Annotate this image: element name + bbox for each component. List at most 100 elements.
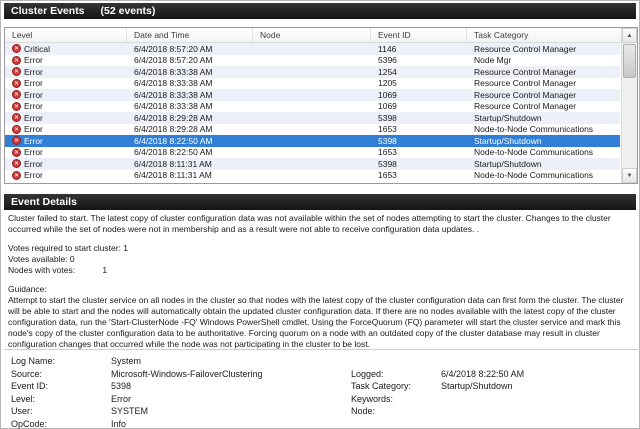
cell-event_id: 5398 xyxy=(378,158,397,169)
field-value: SYSTEM xyxy=(111,406,149,417)
column-header-event-id[interactable]: Event ID xyxy=(371,28,467,42)
event-row[interactable]: ✕ Error 6/4/2018 8:33:38 AM 1069 Resource Co… xyxy=(5,101,620,113)
field-row: Event ID: 5398 Task Category: Startup/Shutd… xyxy=(11,380,638,393)
level-text: Critical xyxy=(24,43,50,54)
field-label: Source: xyxy=(11,368,43,379)
cell-level: ✕ Error xyxy=(5,113,127,123)
cell-task_category: Startup/Shutdown xyxy=(474,135,542,146)
event-row[interactable]: ✕ Error 6/4/2018 8:22:50 AM 5398 Startup/Shu… xyxy=(5,135,620,147)
event-row[interactable]: ✕ Error 6/4/2018 8:22:50 AM 1653 Node-to-Nod… xyxy=(5,147,620,159)
vote-line: Nodes with votes: 1 xyxy=(8,265,634,276)
error-icon: ✕ xyxy=(12,101,21,111)
cell-task_category: Resource Control Manager xyxy=(474,89,577,100)
error-icon: ✕ xyxy=(12,78,21,88)
cell-datetime: 6/4/2018 8:11:31 AM xyxy=(134,158,212,169)
field-label: Level: xyxy=(11,393,36,404)
level-text: Error xyxy=(24,124,43,135)
cell-event_id: 1069 xyxy=(378,101,397,112)
critical-icon: ✕ xyxy=(12,44,21,54)
cell-level: ✕ Error xyxy=(5,124,127,134)
field-row: Source: Microsoft-Windows-FailoverCluster… xyxy=(11,368,638,381)
cell-datetime: 6/4/2018 8:33:38 AM xyxy=(134,89,213,100)
cell-event_id: 5398 xyxy=(378,112,397,123)
event-row[interactable]: ✕ Error 6/4/2018 8:33:38 AM 1069 Resource Co… xyxy=(5,89,620,101)
field-value: 5398 xyxy=(111,381,132,392)
event-row[interactable]: ✕ Error 6/4/2018 8:11:31 AM 1653 Node-to-Nod… xyxy=(5,170,620,182)
field-label: Log Name: xyxy=(11,356,56,367)
column-header-level[interactable]: Level xyxy=(5,28,127,42)
event-row[interactable]: ✕ Error 6/4/2018 8:29:28 AM 5398 Startup/Shu… xyxy=(5,112,620,124)
level-text: Error xyxy=(24,66,43,77)
error-icon: ✕ xyxy=(12,113,21,123)
vote-label: Votes required to start cluster: xyxy=(8,243,121,253)
cell-level: ✕ Error xyxy=(5,101,127,111)
event-row[interactable]: ✕ Error 6/4/2018 8:33:38 AM 1205 Resource Co… xyxy=(5,78,620,90)
cell-event_id: 1653 xyxy=(378,124,397,135)
details-title: Event Details xyxy=(11,196,77,208)
event-row[interactable]: ✕ Critical 6/4/2018 8:57:20 AM 1146 Resource… xyxy=(5,43,620,55)
event-details-body: Cluster failed to start. The latest copy… xyxy=(8,213,634,350)
table-body: ✕ Critical 6/4/2018 8:57:20 AM 1146 Resource… xyxy=(5,43,620,181)
cell-event_id: 1653 xyxy=(378,170,397,181)
level-text: Error xyxy=(24,89,43,100)
vote-label: Nodes with votes: xyxy=(8,265,76,275)
field-label: Task Category: xyxy=(351,381,412,392)
vote-label: Votes available: xyxy=(8,254,68,264)
error-icon: ✕ xyxy=(12,170,21,180)
field-row: OpCode: Info xyxy=(11,418,638,429)
cell-level: ✕ Error xyxy=(5,55,127,65)
scroll-up-icon[interactable]: ▲ xyxy=(622,28,637,43)
vote-value: 1 xyxy=(102,265,108,275)
field-value: Info xyxy=(111,418,127,429)
field-label: Node: xyxy=(351,406,376,417)
cell-event_id: 1653 xyxy=(378,147,397,158)
field-row: Level: Error Keywords: xyxy=(11,393,638,406)
field-label: Logged: xyxy=(351,368,384,379)
event-row[interactable]: ✕ Error 6/4/2018 8:33:38 AM 1254 Resource Co… xyxy=(5,66,620,78)
cell-datetime: 6/4/2018 8:29:28 AM xyxy=(134,124,213,135)
scroll-thumb[interactable] xyxy=(623,44,636,78)
level-text: Error xyxy=(24,101,43,112)
column-header-node[interactable]: Node xyxy=(253,28,371,42)
vote-value: 1 xyxy=(123,243,129,253)
scroll-down-icon[interactable]: ▼ xyxy=(622,168,637,183)
table-header-row: Level Date and Time Node Event ID Task Categ… xyxy=(5,28,637,43)
event-count: (52 events) xyxy=(100,5,156,17)
vote-value: 0 xyxy=(69,254,75,264)
cell-level: ✕ Error xyxy=(5,67,127,77)
vertical-scrollbar[interactable]: ▲ ▼ xyxy=(621,28,637,183)
error-icon: ✕ xyxy=(12,55,21,65)
level-text: Error xyxy=(24,78,43,89)
field-label: OpCode: xyxy=(11,418,48,429)
level-text: Error xyxy=(24,147,43,158)
field-value: Startup/Shutdown xyxy=(441,381,513,392)
cell-event_id: 5398 xyxy=(378,135,397,146)
column-header-date-and-time[interactable]: Date and Time xyxy=(127,28,253,42)
guidance-text: Attempt to start the cluster service on … xyxy=(8,295,624,349)
panel-title: Cluster Events xyxy=(11,5,85,17)
column-header-task-category[interactable]: Task Category xyxy=(467,28,620,42)
cluster-events-title-bar: Cluster Events (52 events) xyxy=(4,3,636,19)
cell-datetime: 6/4/2018 8:33:38 AM xyxy=(134,66,213,77)
cell-task_category: Node-to-Node Communications xyxy=(474,124,594,135)
error-icon: ✕ xyxy=(12,67,21,77)
cell-datetime: 6/4/2018 8:22:50 AM xyxy=(134,135,213,146)
cell-task_category: Resource Control Manager xyxy=(474,43,577,54)
vote-line: Votes required to start cluster: 1 xyxy=(8,243,634,254)
events-table: Level Date and Time Node Event ID Task Categ… xyxy=(4,27,638,184)
cell-datetime: 6/4/2018 8:29:28 AM xyxy=(134,112,213,123)
event-description: Cluster failed to start. The latest copy… xyxy=(8,213,611,234)
cell-event_id: 1146 xyxy=(378,43,397,54)
event-row[interactable]: ✕ Error 6/4/2018 8:57:20 AM 5396 Node Mgr xyxy=(5,55,620,67)
cell-task_category: Node Mgr xyxy=(474,55,512,66)
event-row[interactable]: ✕ Error 6/4/2018 8:29:28 AM 1653 Node-to-Nod… xyxy=(5,124,620,136)
level-text: Error xyxy=(24,55,43,66)
cell-task_category: Resource Control Manager xyxy=(474,78,577,89)
field-label: User: xyxy=(11,406,33,417)
field-value: Error xyxy=(111,393,131,404)
field-row: User: SYSTEM Node: xyxy=(11,405,638,418)
event-row[interactable]: ✕ Error 6/4/2018 8:11:31 AM 5398 Startup/Shu… xyxy=(5,158,620,170)
error-icon: ✕ xyxy=(12,159,21,169)
field-label: Event ID: xyxy=(11,381,49,392)
cell-event_id: 1254 xyxy=(378,66,397,77)
